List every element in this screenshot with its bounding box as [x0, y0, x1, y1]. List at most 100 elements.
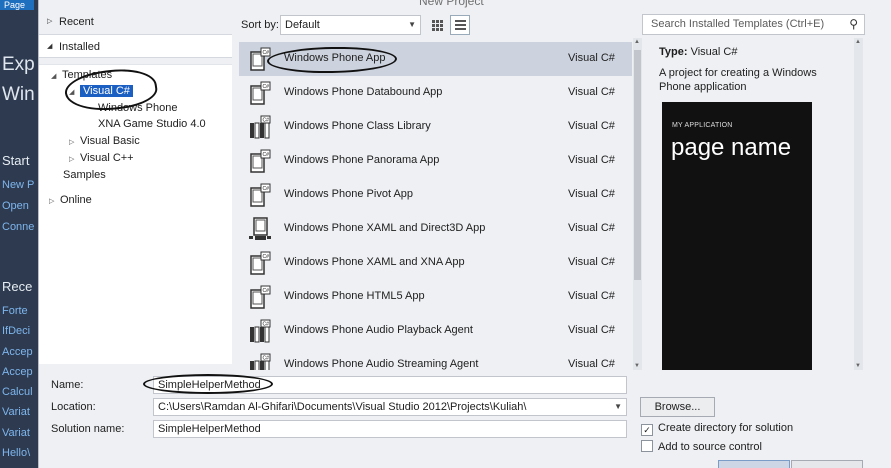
template-row[interactable]: C# Windows Phone App Visual C#	[239, 42, 632, 76]
tree-item-xna[interactable]: XNA Game Studio 4.0	[98, 116, 206, 132]
recent-link[interactable]: Forte	[2, 305, 28, 317]
phone-icon: C#	[250, 285, 271, 309]
info-type-value: Visual C#	[690, 46, 738, 58]
search-icon[interactable]: ⚲	[849, 15, 858, 34]
solution-name-input[interactable]: SimpleHelperMethod	[153, 420, 627, 438]
recent-link[interactable]: IfDeci	[2, 325, 30, 337]
template-row[interactable]: C# Windows Phone Databound App Visual C#	[239, 76, 632, 110]
svg-text:C#: C#	[263, 322, 270, 328]
library-icon: C#	[250, 353, 271, 370]
recent-link[interactable]: Calcul	[2, 386, 33, 398]
template-name: Windows Phone Databound App	[284, 86, 443, 98]
expand-arrow-icon: ▷	[69, 139, 75, 146]
template-info-pane: Type: Visual C# A project for creating a…	[649, 38, 859, 370]
svg-text:C#: C#	[263, 356, 270, 362]
svg-text:C#: C#	[263, 152, 270, 158]
phone-d3d-icon	[249, 217, 271, 240]
tree-item-templates[interactable]: ◢ Templates	[51, 67, 112, 83]
start-link-connect[interactable]: Conne	[2, 221, 34, 233]
add-source-control-checkbox[interactable]	[641, 440, 653, 452]
template-name: Windows Phone Class Library	[284, 120, 431, 132]
small-icons-view-button[interactable]	[427, 15, 447, 35]
tree-item-visual-basic[interactable]: ▷ Visual Basic	[69, 133, 140, 149]
cancel-button[interactable]	[791, 460, 863, 468]
ide-tab[interactable]: Page	[0, 0, 34, 10]
template-language: Visual C#	[568, 52, 615, 64]
list-view-button[interactable]	[450, 15, 470, 35]
tree-item-visual-csharp[interactable]: ◢ Visual C#	[69, 83, 133, 99]
chevron-down-icon: ▼	[408, 20, 416, 29]
scrollbar-thumb[interactable]	[634, 50, 641, 280]
tree-item-label: Visual C#	[80, 85, 133, 97]
name-input[interactable]: SimpleHelperMethod	[153, 376, 627, 394]
create-directory-option[interactable]: ✓ Create directory for solution	[641, 422, 793, 436]
recent-link[interactable]: Variat	[2, 406, 30, 418]
preview-page-name: page name	[671, 134, 792, 161]
ok-button[interactable]	[718, 460, 790, 468]
info-type: Type: Visual C#	[659, 46, 737, 58]
template-list: C# Windows Phone App Visual C# C# Window…	[239, 38, 632, 370]
tree-item-samples[interactable]: Samples	[63, 167, 106, 183]
phone-icon: C#	[250, 47, 271, 71]
template-row[interactable]: C# Windows Phone Class Library Visual C#	[239, 110, 632, 144]
template-language: Visual C#	[568, 154, 615, 166]
library-icon: C#	[250, 319, 271, 343]
location-input[interactable]: C:\Users\Ramdan Al-Ghifari\Documents\Vis…	[153, 398, 627, 416]
phone-icon: C#	[250, 81, 271, 105]
browse-button[interactable]: Browse...	[640, 397, 715, 417]
new-project-dialog: New Project ▷ Recent ◢ Installed ◢ Templa…	[38, 0, 891, 468]
svg-text:C#: C#	[263, 84, 270, 90]
start-link-open[interactable]: Open	[2, 200, 29, 212]
tree-item-label: Visual Basic	[80, 135, 140, 147]
template-list-scrollbar[interactable]: ▲ ▼	[633, 38, 642, 370]
ide-heading-line-2: Win	[2, 84, 35, 105]
sort-by-select[interactable]: Default ▼	[280, 15, 421, 35]
solution-name-label: Solution name:	[51, 423, 125, 435]
background-ide-panel: Page Exp Win Start New P Open Conne Rece…	[0, 0, 38, 468]
grid-view-icon	[432, 20, 443, 31]
scroll-down-icon[interactable]: ▼	[634, 363, 640, 369]
template-row[interactable]: C# Windows Phone Audio Playback Agent Vi…	[239, 314, 632, 348]
recent-link[interactable]: Hello\	[2, 447, 30, 459]
template-row[interactable]: Windows Phone XAML and Direct3D App Visu…	[239, 212, 632, 246]
category-recent[interactable]: ▷ Recent	[39, 10, 232, 34]
scroll-down-icon[interactable]: ▼	[855, 363, 861, 369]
svg-text:C#: C#	[263, 186, 270, 192]
category-online-label: Online	[60, 194, 92, 206]
svg-text:C#: C#	[263, 50, 270, 56]
template-name: Windows Phone HTML5 App	[284, 290, 425, 302]
template-row[interactable]: C# Windows Phone Panorama App Visual C#	[239, 144, 632, 178]
template-row[interactable]: C# Windows Phone Pivot App Visual C#	[239, 178, 632, 212]
sort-by-value: Default	[285, 19, 320, 31]
name-label: Name:	[51, 379, 84, 391]
create-directory-checkbox[interactable]: ✓	[641, 424, 653, 436]
library-icon: C#	[250, 115, 271, 139]
expand-arrow-icon: ▷	[47, 18, 53, 25]
category-installed[interactable]: ◢ Installed	[39, 34, 232, 58]
start-link-new[interactable]: New P	[2, 179, 34, 191]
category-recent-label: Recent	[59, 16, 94, 28]
scroll-up-icon[interactable]: ▲	[634, 39, 640, 45]
add-source-control-option[interactable]: Add to source control	[641, 440, 762, 453]
template-row[interactable]: C# Windows Phone XAML and XNA App Visual…	[239, 246, 632, 280]
info-pane-scrollbar[interactable]: ▲ ▼	[854, 38, 863, 370]
tree-item-visual-cpp[interactable]: ▷ Visual C++	[69, 150, 134, 166]
chevron-down-icon[interactable]: ▼	[614, 399, 622, 415]
svg-text:C#: C#	[263, 118, 270, 124]
template-name: Windows Phone Audio Playback Agent	[284, 324, 473, 336]
recent-link[interactable]: Accep	[2, 346, 33, 358]
search-templates-input[interactable]: Search Installed Templates (Ctrl+E) ⚲	[642, 14, 865, 35]
recent-link[interactable]: Accep	[2, 366, 33, 378]
template-row[interactable]: C# Windows Phone Audio Streaming Agent V…	[239, 348, 632, 370]
template-row[interactable]: C# Windows Phone HTML5 App Visual C#	[239, 280, 632, 314]
scroll-up-icon[interactable]: ▲	[855, 39, 861, 45]
collapse-arrow-icon: ◢	[51, 73, 57, 80]
preview-app-title: MY APPLICATION	[672, 122, 733, 129]
recent-link[interactable]: Variat	[2, 427, 30, 439]
template-language: Visual C#	[568, 188, 615, 200]
category-online[interactable]: ▷ Online	[49, 192, 92, 208]
tree-item-windows-phone[interactable]: Windows Phone	[98, 100, 178, 116]
ide-heading-line-1: Exp	[2, 54, 35, 75]
category-installed-label: Installed	[59, 41, 100, 53]
template-language: Visual C#	[568, 290, 615, 302]
